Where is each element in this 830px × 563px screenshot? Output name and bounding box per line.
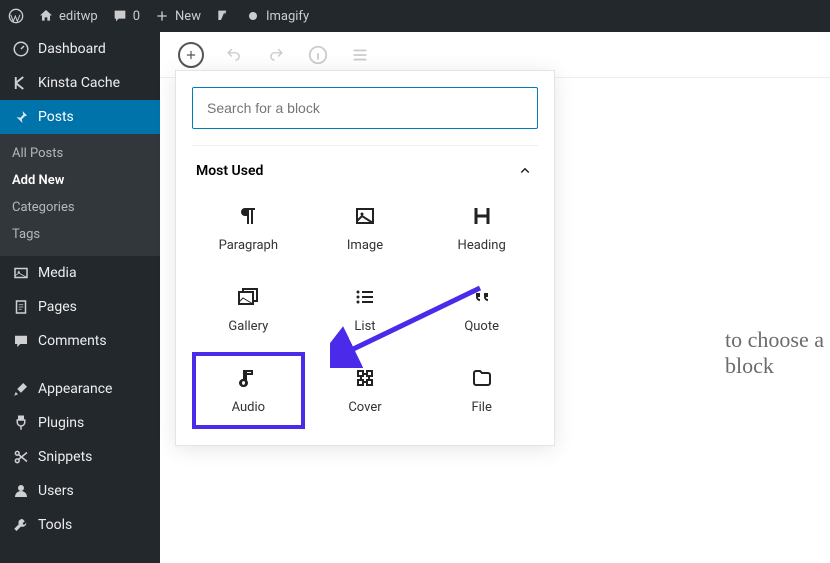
posts-submenu: All Posts Add New Categories Tags — [0, 134, 160, 256]
wordpress-icon — [8, 8, 24, 24]
sidebar-item-pages[interactable]: Pages — [0, 290, 160, 324]
home-icon — [38, 8, 54, 24]
sub-all-posts[interactable]: All Posts — [0, 140, 160, 167]
block-label: Cover — [348, 400, 381, 415]
plugins-label: Plugins — [38, 415, 84, 431]
list-icon — [353, 285, 377, 309]
sidebar-item-posts[interactable]: Posts — [0, 100, 160, 134]
section-title: Most Used — [196, 163, 263, 179]
sidebar-item-kinsta[interactable]: Kinsta Cache — [0, 66, 160, 100]
block-label: Image — [347, 238, 383, 253]
paragraph-icon — [236, 204, 260, 228]
sidebar-item-snippets[interactable]: Snippets — [0, 440, 160, 474]
chevron-up-icon — [516, 162, 534, 180]
sub-add-new[interactable]: Add New — [0, 167, 160, 194]
kinsta-label: Kinsta Cache — [38, 75, 120, 91]
block-label: Quote — [464, 319, 499, 334]
block-audio[interactable]: Audio — [192, 352, 305, 429]
yoast-link[interactable] — [215, 8, 231, 24]
tools-icon — [12, 516, 30, 534]
redo-button[interactable] — [264, 43, 288, 67]
dashboard-icon — [12, 40, 30, 58]
comments-label: Comments — [38, 333, 107, 349]
sub-tags[interactable]: Tags — [0, 221, 160, 248]
gallery-icon — [236, 285, 260, 309]
block-label: Heading — [458, 238, 506, 253]
editor-hint: to choose a block — [725, 327, 830, 379]
dashboard-label: Dashboard — [38, 41, 106, 57]
sidebar-item-comments[interactable]: Comments — [0, 324, 160, 358]
users-icon — [12, 482, 30, 500]
block-search-input[interactable] — [192, 87, 538, 129]
sidebar-item-dashboard[interactable]: Dashboard — [0, 32, 160, 66]
pages-icon — [12, 298, 30, 316]
outline-button[interactable] — [348, 43, 372, 67]
imagify-link[interactable]: Imagify — [245, 8, 309, 24]
image-icon — [353, 204, 377, 228]
posts-label: Posts — [38, 109, 74, 125]
new-link[interactable]: New — [154, 8, 201, 24]
dot-icon — [245, 8, 261, 24]
yoast-icon — [215, 8, 231, 24]
pages-label: Pages — [38, 299, 77, 315]
appearance-label: Appearance — [38, 381, 112, 397]
block-label: Audio — [232, 400, 265, 415]
block-inserter: Most Used Paragraph Image Heading Galler… — [175, 70, 555, 446]
info-icon — [307, 44, 329, 66]
sidebar-item-media[interactable]: Media — [0, 256, 160, 290]
redo-icon — [265, 44, 287, 66]
info-button[interactable] — [306, 43, 330, 67]
plus-icon — [184, 48, 198, 62]
users-label: Users — [38, 483, 74, 499]
block-image[interactable]: Image — [309, 190, 422, 267]
comments-count: 0 — [133, 9, 140, 24]
undo-icon — [223, 44, 245, 66]
sidebar-item-tools[interactable]: Tools — [0, 508, 160, 542]
cover-icon — [353, 366, 377, 390]
outline-icon — [349, 44, 371, 66]
comment-icon — [112, 8, 128, 24]
audio-icon — [236, 366, 260, 390]
new-label: New — [175, 9, 201, 24]
tools-label: Tools — [38, 517, 72, 533]
block-file[interactable]: File — [425, 352, 538, 429]
admin-topbar: editwp 0 New Imagify — [0, 0, 830, 32]
imagify-label: Imagify — [266, 9, 309, 24]
plus-icon — [154, 8, 170, 24]
scissors-icon — [12, 448, 30, 466]
block-paragraph[interactable]: Paragraph — [192, 190, 305, 267]
block-heading[interactable]: Heading — [425, 190, 538, 267]
quote-icon — [470, 285, 494, 309]
undo-button[interactable] — [222, 43, 246, 67]
wp-logo[interactable] — [8, 8, 24, 24]
plugin-icon — [12, 414, 30, 432]
block-gallery[interactable]: Gallery — [192, 271, 305, 348]
kinsta-icon — [12, 74, 30, 92]
most-used-header[interactable]: Most Used — [192, 145, 538, 190]
comments-link[interactable]: 0 — [112, 8, 140, 24]
block-label: Gallery — [228, 319, 268, 334]
site-link[interactable]: editwp — [38, 8, 98, 24]
block-label: File — [471, 400, 491, 415]
snippets-label: Snippets — [38, 449, 92, 465]
pin-icon — [12, 108, 30, 126]
sidebar-item-appearance[interactable]: Appearance — [0, 372, 160, 406]
site-name: editwp — [59, 9, 98, 24]
media-icon — [12, 264, 30, 282]
file-icon — [470, 366, 494, 390]
sub-categories[interactable]: Categories — [0, 194, 160, 221]
media-label: Media — [38, 265, 77, 281]
sidebar-item-plugins[interactable]: Plugins — [0, 406, 160, 440]
heading-icon — [470, 204, 494, 228]
comments-icon — [12, 332, 30, 350]
block-quote[interactable]: Quote — [425, 271, 538, 348]
block-grid: Paragraph Image Heading Gallery List Quo… — [192, 190, 538, 429]
block-list[interactable]: List — [309, 271, 422, 348]
block-label: List — [354, 319, 375, 334]
block-cover[interactable]: Cover — [309, 352, 422, 429]
sidebar-item-users[interactable]: Users — [0, 474, 160, 508]
admin-sidebar: Dashboard Kinsta Cache Posts All Posts A… — [0, 32, 160, 563]
brush-icon — [12, 380, 30, 398]
block-label: Paragraph — [219, 238, 278, 253]
